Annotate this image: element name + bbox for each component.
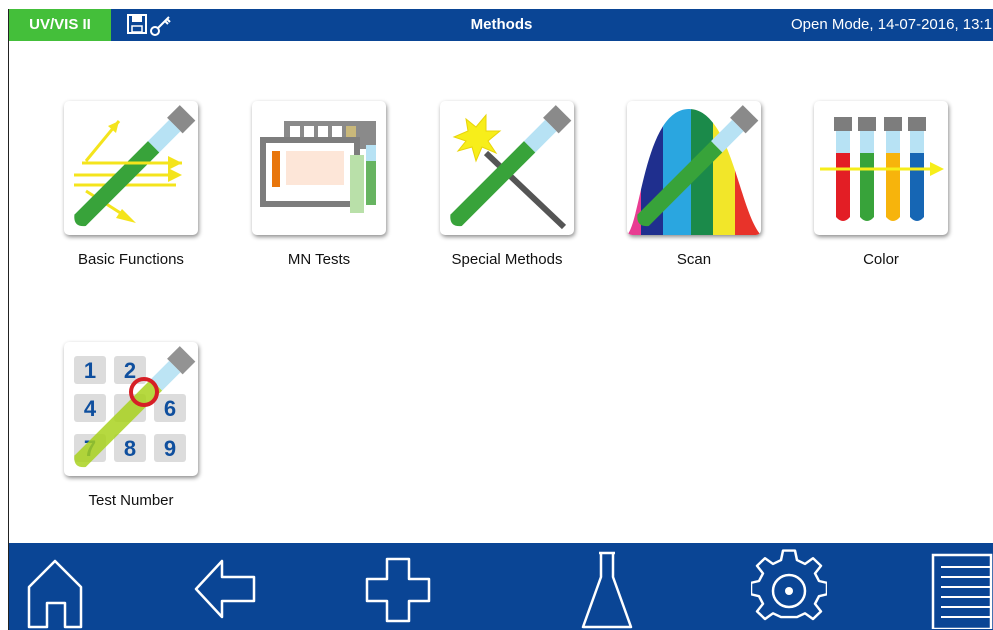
top-bar: UV/VIS II Methods Open Mode, 14-07-2016,… [9,9,993,41]
key-label: 8 [124,436,136,461]
back-arrow-icon [194,559,256,619]
mode-badge[interactable]: UV/VIS II [9,9,111,41]
key-label: 4 [84,396,97,421]
color-icon [814,101,948,235]
tile-label: Special Methods [451,251,563,268]
tile-label: Scan [676,251,712,268]
gear-icon [751,549,827,621]
key-icon[interactable] [150,16,171,36]
tile-basic-functions[interactable]: Basic Functions [63,101,199,268]
tile-label: Color [863,251,899,268]
tile-color[interactable]: Color [813,101,949,268]
tile-mn-tests[interactable]: MN Tests [251,101,387,268]
top-icons [124,12,184,38]
special-methods-icon [440,101,574,235]
tile-label: Basic Functions [78,251,184,268]
home-button[interactable] [23,549,87,629]
save-icon[interactable] [127,14,147,34]
key-label: 6 [164,396,176,421]
key-label: 9 [164,436,176,461]
basic-functions-icon [64,101,198,235]
back-button[interactable] [192,549,258,629]
test-number-icon: 1 2 4 6 7 8 9 [64,342,198,476]
mn-tests-icon [252,101,386,235]
key-label: 2 [124,358,136,383]
menu-button[interactable] [929,549,993,629]
add-button[interactable] [365,549,431,629]
tile-test-number[interactable]: 1 2 4 6 7 8 9 Test Number [63,342,199,509]
app-window: UV/VIS II Methods Open Mode, 14-07-2016,… [8,9,993,630]
tile-label: MN Tests [287,251,351,268]
tile-special-methods[interactable]: Special Methods [439,101,575,268]
menu-icon [931,553,993,629]
flask-button[interactable] [579,549,635,629]
tile-label: Test Number [88,492,174,509]
settings-button[interactable] [751,549,827,629]
tile-scan[interactable]: Scan [626,101,762,268]
status-text: Open Mode, 14-07-2016, 13:1 [791,16,992,33]
scan-icon [627,101,761,235]
bottom-nav-bar [9,543,993,630]
plus-icon [365,557,431,623]
home-icon [27,559,83,629]
flask-icon [581,551,633,629]
key-label: 1 [84,358,96,383]
